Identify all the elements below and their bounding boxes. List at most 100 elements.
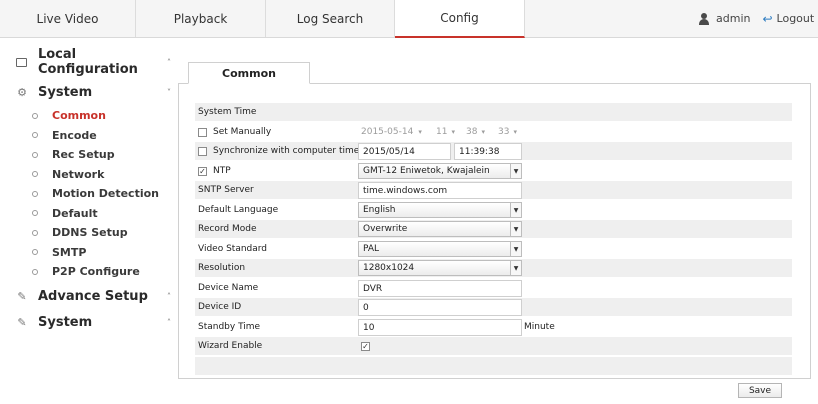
dropdown-arrow-icon: ▼ <box>510 242 521 256</box>
user-icon <box>698 12 710 25</box>
save-button[interactable]: Save <box>738 383 782 398</box>
device-id-input[interactable]: 0 <box>358 299 522 316</box>
device-id-label: Device ID <box>198 302 242 312</box>
bullet-icon <box>32 229 38 236</box>
standby-time-label: Standby Time <box>198 322 261 332</box>
sidebar-item-default[interactable]: Default <box>0 204 180 224</box>
set-manually-checkbox[interactable] <box>198 127 207 137</box>
record-mode-select[interactable]: Overwrite ▼ <box>358 221 522 237</box>
logout-icon: ↩ <box>762 11 773 26</box>
sidebar-item-label: SMTP <box>52 245 87 259</box>
sntp-server-row: SNTP Server time.windows.com <box>195 181 792 199</box>
sidebar-item-ddns-setup[interactable]: DDNS Setup <box>0 223 180 243</box>
default-language-select[interactable]: English ▼ <box>358 202 522 218</box>
chevron-down-icon: ▾ <box>451 128 455 136</box>
ntp-checkbox[interactable]: ✓ <box>198 166 207 176</box>
bullet-icon <box>32 210 38 217</box>
sidebar-item-label: Common <box>52 109 106 123</box>
sidebar-group-system[interactable]: ⚙ System ˅ <box>0 80 180 104</box>
sidebar-group-advance-setup[interactable]: ✎ Advance Setup ˄ <box>0 285 180 309</box>
dropdown-arrow-icon: ▼ <box>510 261 521 275</box>
sidebar-item-motion-detection[interactable]: Motion Detection <box>0 184 180 204</box>
chevron-down-icon: ▾ <box>418 128 422 136</box>
tab-playback[interactable]: Playback <box>136 0 266 37</box>
sidebar-item-encode[interactable]: Encode <box>0 126 180 146</box>
default-language-label: Default Language <box>198 205 279 215</box>
video-standard-value: PAL <box>363 244 380 254</box>
tab-log-search[interactable]: Log Search <box>266 0 395 37</box>
timezone-select[interactable]: GMT-12 Eniwetok, Kwajalein ▼ <box>358 163 522 179</box>
resolution-label: Resolution <box>198 263 246 273</box>
sidebar: Local Configuration ˄ ⚙ System ˅ Common … <box>0 46 180 335</box>
sidebar-item-p2p-configure[interactable]: P2P Configure <box>0 262 180 282</box>
sync-computer-label: Synchronize with computer time <box>213 146 360 156</box>
bullet-icon <box>32 132 38 139</box>
standby-time-input[interactable]: 10 <box>358 319 522 336</box>
sidebar-group-local-configuration[interactable]: Local Configuration ˄ <box>0 47 180 77</box>
tab-common[interactable]: Common <box>188 62 310 84</box>
bullet-icon <box>32 151 38 158</box>
device-name-input[interactable]: DVR <box>358 280 522 297</box>
timezone-value: GMT-12 Eniwetok, Kwajalein <box>363 166 490 176</box>
manual-minute-field[interactable]: 38 ▾ <box>466 123 485 141</box>
manual-hour-field[interactable]: 11 ▾ <box>436 123 455 141</box>
sntp-server-label: SNTP Server <box>198 185 254 195</box>
resolution-select[interactable]: 1280x1024 ▼ <box>358 260 522 276</box>
sync-time-field[interactable]: 11:39:38 <box>454 143 522 160</box>
standby-time-unit: Minute <box>524 322 555 332</box>
sync-computer-checkbox[interactable] <box>198 146 207 156</box>
sync-date-field[interactable]: 2015/05/14 <box>358 143 451 160</box>
record-mode-label: Record Mode <box>198 224 257 234</box>
resolution-value: 1280x1024 <box>363 263 415 273</box>
tab-live-video[interactable]: Live Video <box>0 0 136 37</box>
wizard-enable-checkbox[interactable]: ✓ <box>361 342 370 351</box>
manual-second-field[interactable]: 33 ▾ <box>498 123 517 141</box>
dropdown-arrow-icon: ▼ <box>510 222 521 236</box>
set-manually-label: Set Manually <box>213 127 272 137</box>
collapse-caret-icon: ˄ <box>167 57 171 67</box>
user-area: admin ↩ Logout <box>698 0 818 37</box>
chevron-down-icon: ▾ <box>513 128 517 136</box>
set-manually-wrap: Set Manually <box>198 123 271 141</box>
sidebar-group-label: Local Configuration <box>37 47 138 77</box>
gear-icon: ⚙ <box>17 85 27 99</box>
bullet-icon <box>32 171 38 178</box>
manual-hour-value: 11 <box>436 127 448 137</box>
sidebar-item-network[interactable]: Network <box>0 165 180 185</box>
username: admin <box>716 12 751 25</box>
default-language-value: English <box>363 205 396 215</box>
sidebar-item-smtp[interactable]: SMTP <box>0 243 180 263</box>
wizard-enable-wrap: ✓ <box>361 342 376 352</box>
device-name-label: Device Name <box>198 283 259 293</box>
video-standard-row: Video Standard PAL ▼ <box>195 240 792 258</box>
bullet-icon <box>32 190 38 197</box>
manual-date-field[interactable]: 2015-05-14 ▾ <box>361 123 422 141</box>
chevron-down-icon: ▾ <box>481 128 485 136</box>
sidebar-item-common[interactable]: Common <box>0 106 180 126</box>
sidebar-item-label: Default <box>52 206 98 220</box>
standby-time-row: Standby Time 10 Minute <box>195 318 792 336</box>
wizard-enable-row: Wizard Enable ✓ <box>195 337 792 355</box>
manual-minute-value: 38 <box>466 127 478 137</box>
set-manually-row: Set Manually 2015-05-14 ▾ 11 ▾ 38 ▾ 33 ▾ <box>195 123 792 141</box>
sntp-server-input[interactable]: time.windows.com <box>358 182 522 199</box>
dropdown-arrow-icon: ▼ <box>510 164 521 178</box>
sidebar-group-label: Advance Setup <box>38 289 148 304</box>
video-standard-select[interactable]: PAL ▼ <box>358 241 522 257</box>
sidebar-group-system-2[interactable]: ✎ System ˄ <box>0 311 180 335</box>
default-language-row: Default Language English ▼ <box>195 201 792 219</box>
sidebar-group-label: System <box>38 315 93 330</box>
manual-second-value: 33 <box>498 127 510 137</box>
logout-label: Logout <box>776 12 815 25</box>
sync-computer-wrap: Synchronize with computer time <box>198 142 359 160</box>
monitor-icon <box>16 56 28 68</box>
bullet-icon <box>32 112 38 119</box>
logout-button[interactable]: ↩ Logout <box>762 12 814 26</box>
resolution-row: Resolution 1280x1024 ▼ <box>195 259 792 277</box>
user-menu[interactable]: admin <box>698 12 750 25</box>
wizard-enable-label: Wizard Enable <box>198 341 263 351</box>
tab-config[interactable]: Config <box>395 0 525 38</box>
sidebar-item-rec-setup[interactable]: Rec Setup <box>0 145 180 165</box>
sidebar-item-label: Rec Setup <box>52 148 115 162</box>
manual-date-value: 2015-05-14 <box>361 127 414 137</box>
